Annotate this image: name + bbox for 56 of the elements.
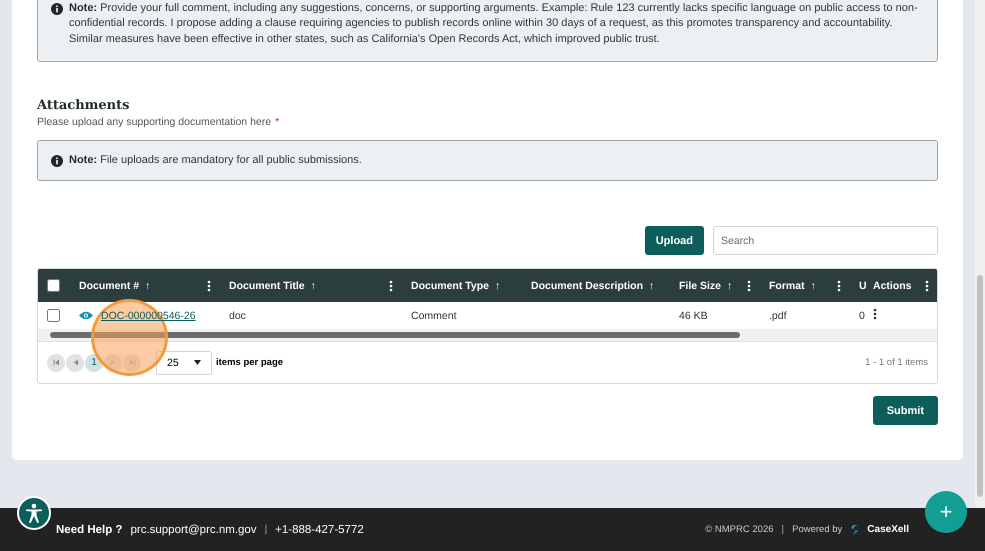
info-icon — [51, 154, 63, 167]
first-page-button[interactable] — [47, 354, 65, 372]
document-link[interactable]: DOC-000000546-26 — [101, 310, 196, 322]
column-header[interactable]: File Size ↑ — [679, 280, 732, 292]
next-page-icon — [110, 359, 116, 366]
table-cell-text: Comment — [410, 310, 458, 322]
email-link[interactable]: prc.support@prc.nm.gov — [130, 524, 257, 536]
eye-icon[interactable] — [79, 311, 93, 320]
prev-page-icon — [72, 359, 78, 366]
first-page-icon — [52, 359, 60, 366]
table-cell-text: 46 KB — [678, 310, 709, 322]
page-button[interactable]: 1 — [85, 354, 103, 372]
prev-page-button[interactable] — [66, 354, 84, 372]
powered-by: Powered by — [792, 524, 842, 535]
table-cell-text: .pdf — [768, 310, 788, 322]
page-size-label: items per page — [216, 357, 284, 368]
column-header[interactable]: Actions — [873, 280, 912, 292]
copyright: © NMPRC 2026 — [705, 524, 774, 535]
search-field[interactable]: Search — [713, 226, 938, 256]
help-label: Need Help ? — [56, 524, 122, 536]
note-text: Note: File uploads are mandatory for all public submissions. — [69, 152, 362, 168]
pager-summary: 1 - 1 of 1 items — [865, 357, 928, 368]
column-menu-icon[interactable] — [389, 280, 393, 292]
accessibility-icon — [23, 502, 45, 524]
table-cell-text: 0 — [858, 310, 863, 322]
column-header[interactable]: Document Title ↑ — [229, 280, 316, 292]
column-header[interactable]: Document Type ↑ — [411, 280, 500, 292]
column-menu-icon[interactable] — [837, 280, 841, 292]
caret-icon — [194, 360, 201, 366]
horizontal-scrollbar[interactable] — [38, 329, 937, 342]
note-text: Note: Provide your full comment, including any suggestions, concerns, or supporting arguments. Example: Rule 123 currently lacks specific language on public access to non-confidential records. I propose adding a clause requiring agencies to publish records online within 30 days of a request, as this promotes transparency and accountability. Similar measures have been effective in other states, such as California's Open Records Act, which improved public trust. — [69, 1, 919, 47]
select-all-checkbox[interactable] — [47, 279, 60, 292]
info-icon — [51, 3, 63, 15]
column-header[interactable]: Document # ↑ — [79, 280, 150, 292]
column-header[interactable]: Format ↑ — [769, 280, 816, 292]
column-header[interactable]: Document Description ↑ — [531, 280, 654, 292]
vertical-scrollbar[interactable] — [975, 0, 985, 508]
upload-hint: Please upload any supporting documentation here — [37, 116, 272, 128]
submit-button[interactable]: Submit — [872, 396, 938, 426]
column-menu-icon[interactable] — [873, 308, 877, 320]
table-cell-text: doc — [228, 310, 247, 322]
row-checkbox[interactable] — [47, 309, 60, 322]
phone-number: +1-888-427-5772 — [275, 524, 364, 536]
column-header[interactable]: U — [859, 280, 867, 292]
page-size-select[interactable]: 25 — [156, 350, 212, 375]
upload-button[interactable]: Upload — [644, 226, 704, 256]
column-menu-icon[interactable] — [747, 280, 751, 292]
brand-name: CaseXell — [867, 524, 909, 535]
accessibility-button[interactable] — [17, 496, 51, 530]
column-menu-icon[interactable] — [925, 280, 929, 292]
separator: | — [782, 524, 784, 535]
separator: | — [264, 524, 268, 535]
section-title: Attachments — [37, 98, 130, 113]
required-mark: * — [275, 116, 280, 128]
brand-logo-icon — [850, 524, 860, 536]
column-menu-icon[interactable] — [207, 280, 211, 292]
